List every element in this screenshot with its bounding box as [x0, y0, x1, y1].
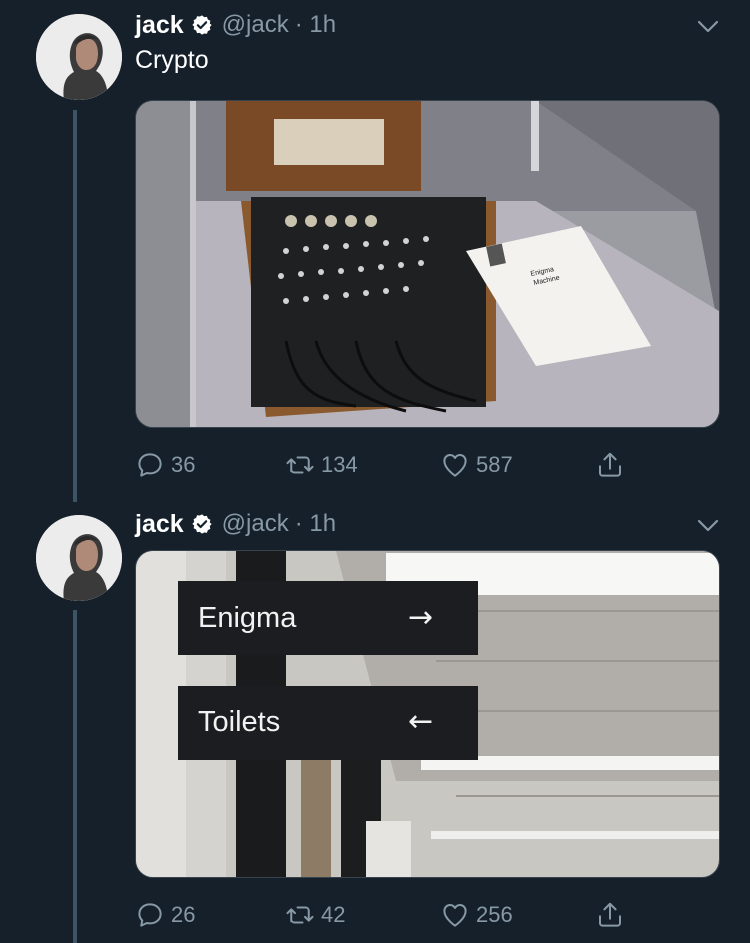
- arrow-left-icon: ←: [408, 704, 433, 739]
- arrow-right-icon: →: [408, 600, 433, 635]
- avatar-image: [36, 14, 122, 100]
- share-icon: [599, 452, 621, 477]
- tweet-actions: 36 134 587: [135, 450, 695, 484]
- avatar[interactable]: [36, 515, 122, 601]
- tweet-actions: 26 42 256: [135, 900, 695, 934]
- author-handle[interactable]: @jack: [222, 11, 289, 39]
- chevron-down-icon[interactable]: [696, 513, 720, 537]
- verified-badge-icon: [192, 514, 212, 534]
- chevron-down-icon[interactable]: [696, 14, 720, 38]
- avatar[interactable]: [36, 14, 122, 100]
- reply-button[interactable]: 26: [135, 900, 195, 930]
- avatar-image: [36, 515, 122, 601]
- share-button[interactable]: [595, 450, 631, 480]
- reply-button[interactable]: 36: [135, 450, 195, 480]
- like-button[interactable]: 587: [440, 450, 513, 480]
- retweet-icon: [286, 456, 314, 474]
- share-button[interactable]: [595, 900, 631, 930]
- tweet-photo[interactable]: Enigma → Toilets ←: [135, 550, 720, 878]
- tweet-header: jack @jack · 1h: [135, 8, 336, 42]
- retweet-button[interactable]: 134: [285, 450, 358, 480]
- sign-toilets: Toilets: [198, 706, 280, 738]
- sign-enigma: Enigma: [198, 602, 297, 634]
- retweet-count: 42: [321, 902, 346, 927]
- author-handle[interactable]: @jack: [222, 510, 289, 538]
- retweet-count: 134: [321, 452, 358, 477]
- like-button[interactable]: 256: [440, 900, 513, 930]
- reply-count: 26: [171, 902, 196, 927]
- heart-icon: [443, 904, 467, 927]
- retweet-icon: [286, 906, 314, 924]
- timestamp[interactable]: · 1h: [295, 510, 336, 538]
- author-name[interactable]: jack: [135, 510, 184, 539]
- verified-badge-icon: [192, 15, 212, 35]
- reply-count: 36: [171, 452, 196, 477]
- tweet-text: Crypto: [135, 46, 209, 74]
- tweet-photo[interactable]: Enigma Machine: [135, 100, 720, 428]
- signage-photo: Enigma → Toilets ←: [136, 551, 719, 877]
- tweet[interactable]: jack @jack · 1h Crypto Enigma Machine 36…: [0, 0, 750, 505]
- author-name[interactable]: jack: [135, 11, 184, 40]
- tweet[interactable]: jack @jack · 1h Enigma → Toilets ← 26 42…: [0, 505, 750, 943]
- reply-icon: [138, 903, 162, 927]
- heart-icon: [443, 454, 467, 477]
- share-icon: [599, 902, 621, 927]
- retweet-button[interactable]: 42: [285, 900, 345, 930]
- like-count: 587: [476, 452, 513, 477]
- reply-icon: [138, 453, 162, 477]
- tweet-header: jack @jack · 1h: [135, 507, 336, 541]
- like-count: 256: [476, 902, 513, 927]
- enigma-machine-photo: Enigma Machine: [136, 101, 719, 427]
- timestamp[interactable]: · 1h: [295, 11, 336, 39]
